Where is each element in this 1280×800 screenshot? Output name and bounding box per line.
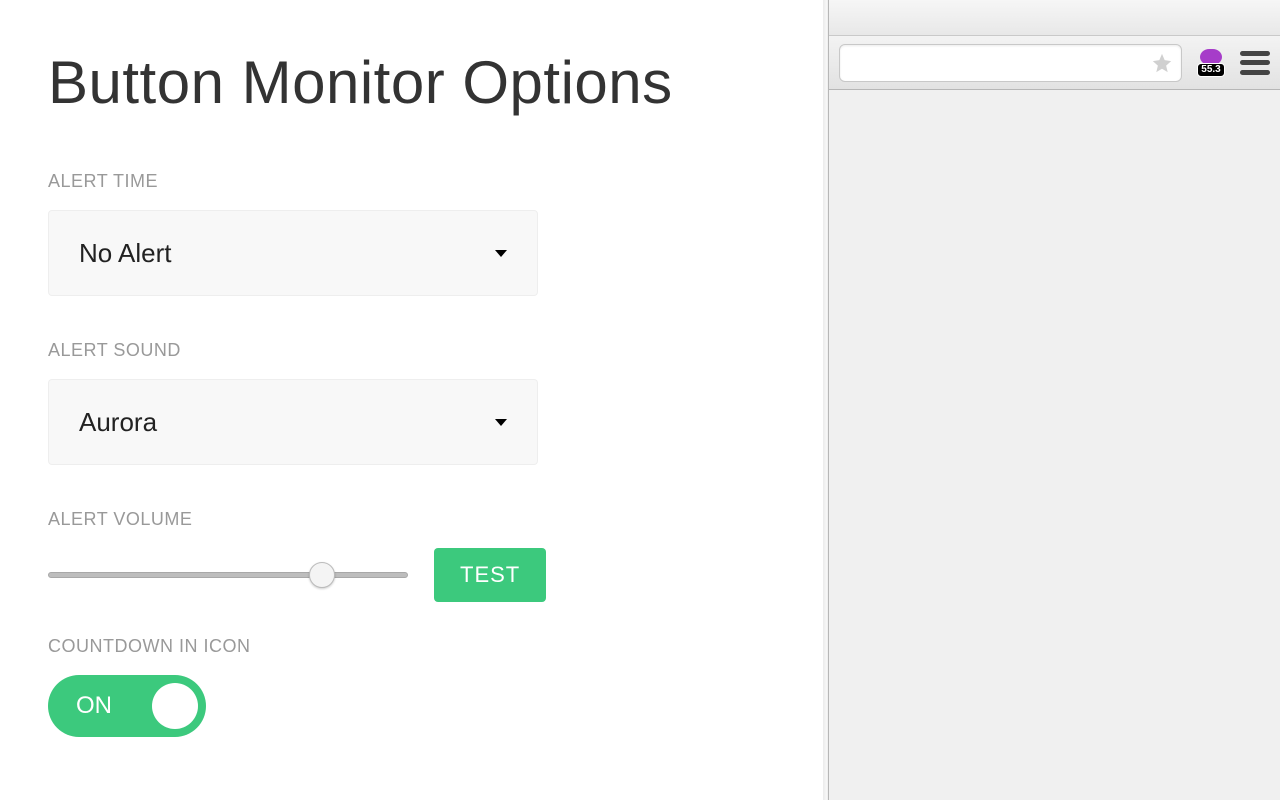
toggle-knob xyxy=(152,683,198,729)
toggle-state-label: ON xyxy=(76,692,112,720)
url-bar[interactable] xyxy=(839,44,1182,82)
options-panel: Button Monitor Options ALERT TIME No Ale… xyxy=(0,0,828,800)
select-alert-time-value: No Alert xyxy=(79,238,172,269)
slider-thumb[interactable] xyxy=(309,562,335,588)
volume-row: TEST xyxy=(48,548,779,602)
extension-badge: 55.3 xyxy=(1197,63,1224,77)
label-alert-sound: ALERT SOUND xyxy=(48,340,779,361)
chevron-down-icon xyxy=(495,250,507,257)
label-countdown: COUNTDOWN IN ICON xyxy=(48,636,779,657)
extension-button[interactable]: 55.3 xyxy=(1194,46,1228,80)
select-alert-time[interactable]: No Alert xyxy=(48,210,538,296)
select-alert-sound-value: Aurora xyxy=(79,407,157,438)
page-title: Button Monitor Options xyxy=(48,48,779,117)
label-alert-time: ALERT TIME xyxy=(48,171,779,192)
star-icon[interactable] xyxy=(1151,52,1173,74)
countdown-toggle[interactable]: ON xyxy=(48,675,206,737)
volume-slider[interactable] xyxy=(48,561,408,589)
browser-chrome: 55.3 xyxy=(828,0,1280,800)
label-alert-volume: ALERT VOLUME xyxy=(48,509,779,530)
hamburger-menu-icon[interactable] xyxy=(1240,51,1270,75)
select-alert-sound[interactable]: Aurora xyxy=(48,379,538,465)
chevron-down-icon xyxy=(495,419,507,426)
tab-strip xyxy=(829,0,1280,36)
test-button[interactable]: TEST xyxy=(434,548,546,602)
slider-track xyxy=(48,572,408,578)
toolbar: 55.3 xyxy=(829,36,1280,90)
